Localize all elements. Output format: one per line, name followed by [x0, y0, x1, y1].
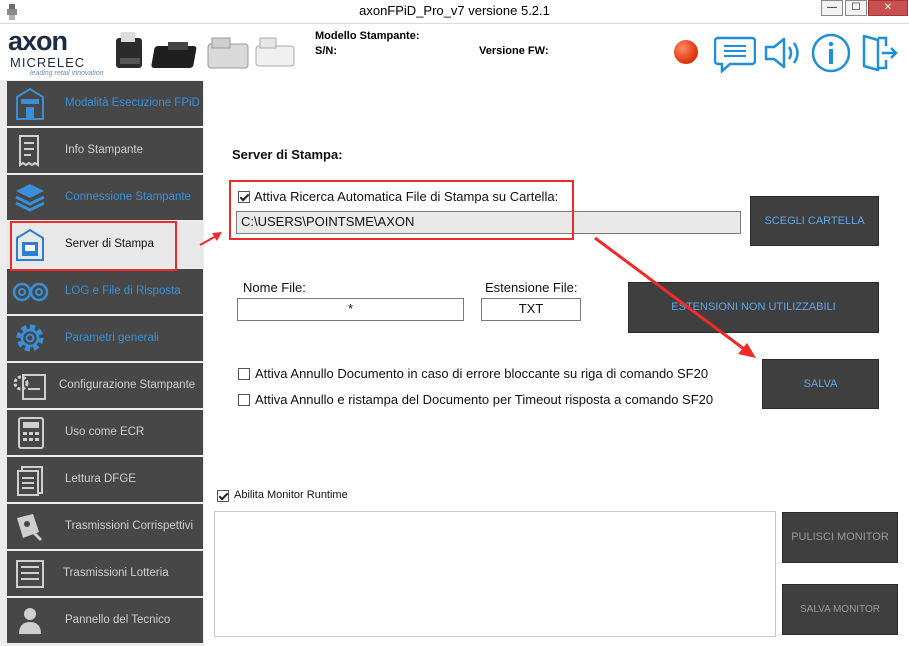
sidebar-item-label: LOG e File di Risposta: [65, 285, 181, 297]
info-icon[interactable]: [810, 32, 852, 74]
sidebar: Modalità Esecuzione FPiD Info Stampante …: [0, 80, 204, 646]
speaker-icon[interactable]: [762, 32, 804, 74]
sidebar-item-corrispettivi[interactable]: Trasmissioni Corrispettivi: [7, 504, 203, 549]
model-label: Modello Stampante:: [315, 30, 420, 42]
maximize-button[interactable]: ☐: [845, 0, 867, 16]
sidebar-item-label: Modalità Esecuzione FPiD: [65, 97, 200, 109]
sidebar-item-label: Info Stampante: [65, 144, 143, 156]
firmware-label: Versione FW:: [479, 45, 549, 57]
minimize-button[interactable]: —: [821, 0, 843, 16]
highlight-folder-option: [229, 180, 574, 240]
unused-extensions-button[interactable]: ESTENSIONI NON UTILIZZABILI: [628, 282, 879, 333]
close-button[interactable]: ✕: [868, 0, 908, 16]
lottery-icon: [16, 560, 44, 588]
choose-folder-button[interactable]: SCEGLI CARTELLA: [750, 196, 879, 246]
main-panel: Server di Stampa: Attiva Ricerca Automat…: [204, 80, 909, 646]
user-icon: [19, 608, 41, 634]
message-icon[interactable]: [714, 32, 756, 74]
sidebar-item-info-stampante[interactable]: Info Stampante: [7, 128, 203, 173]
building-icon: [16, 87, 44, 120]
sidebar-item-label: Uso come ECR: [65, 426, 145, 438]
monitor-label: Abilita Monitor Runtime: [234, 489, 348, 501]
receipt-icon: [19, 135, 39, 167]
sidebar-item-ecr[interactable]: Uso come ECR: [7, 410, 203, 455]
sidebar-item-tecnico[interactable]: Pannello del Tecnico: [7, 598, 203, 643]
calculator-icon: [18, 417, 44, 449]
sidebar-item-label: Pannello del Tecnico: [65, 614, 171, 626]
config-icon: [13, 374, 46, 400]
title-bar: axonFPiD_Pro_v7 versione 5.2.1 — ☐ ✕: [0, 0, 909, 24]
save-button[interactable]: SALVA: [762, 359, 879, 409]
cancel-on-error-label: Attiva Annullo Documento in caso di erro…: [255, 366, 709, 381]
sidebar-item-log[interactable]: LOG e File di Risposta: [7, 269, 203, 314]
cancel-reprint-checkbox[interactable]: [238, 394, 250, 406]
runtime-monitor[interactable]: [214, 511, 776, 637]
sidebar-item-parametri[interactable]: Parametri generali: [7, 316, 203, 361]
sidebar-item-connessione[interactable]: Connessione Stampante: [7, 175, 203, 220]
section-title: Server di Stampa:: [232, 147, 343, 162]
sidebar-item-modalita[interactable]: Modalità Esecuzione FPiD: [7, 81, 203, 126]
file-name-field[interactable]: *: [237, 298, 464, 321]
logo-brand: axon: [8, 26, 68, 56]
highlight-sidebar-selection: [10, 221, 177, 271]
window-title: axonFPiD_Pro_v7 versione 5.2.1: [359, 3, 550, 18]
header: axon MICRELEC leading retail innovation …: [0, 24, 909, 80]
sidebar-item-dfge[interactable]: Lettura DFGE: [7, 457, 203, 502]
save-monitor-button[interactable]: SALVA MONITOR: [782, 584, 898, 635]
layers-icon: [15, 184, 45, 212]
gear-icon: [16, 324, 44, 352]
document-icon: [17, 466, 43, 496]
extension-field[interactable]: TXT: [481, 298, 581, 321]
sidebar-item-lotteria[interactable]: Trasmissioni Lotteria: [7, 551, 203, 596]
file-name-label: Nome File:: [243, 280, 306, 295]
sidebar-item-label: Connessione Stampante: [65, 191, 191, 203]
sidebar-item-label: Lettura DFGE: [65, 473, 136, 485]
sidebar-item-label: Parametri generali: [65, 332, 159, 344]
clear-monitor-button[interactable]: PULISCI MONITOR: [782, 512, 898, 563]
axon-logo: axon MICRELEC leading retail innovation: [8, 26, 104, 78]
serial-label: S/N:: [315, 45, 337, 57]
sidebar-item-label: Trasmissioni Corrispettivi: [65, 520, 194, 532]
monitor-checkbox[interactable]: [217, 490, 229, 502]
exit-icon[interactable]: [858, 32, 900, 74]
cancel-on-error-checkbox[interactable]: [238, 368, 250, 380]
logo-tagline: leading retail innovation: [30, 70, 104, 77]
extension-label: Estensione File:: [485, 280, 578, 295]
cancel-reprint-label: Attiva Annullo e ristampa del Documento …: [255, 392, 714, 407]
transmit-icon: [17, 514, 43, 542]
tape-icon: [12, 282, 49, 302]
printers-illustration: [116, 32, 295, 69]
sidebar-item-label: Configurazione Stampante: [59, 379, 196, 391]
logo-sub: MICRELEC: [10, 55, 86, 70]
sidebar-item-label: Trasmissioni Lotteria: [63, 567, 169, 579]
sidebar-item-configurazione[interactable]: Configurazione Stampante: [7, 363, 203, 408]
status-led: [674, 40, 698, 64]
